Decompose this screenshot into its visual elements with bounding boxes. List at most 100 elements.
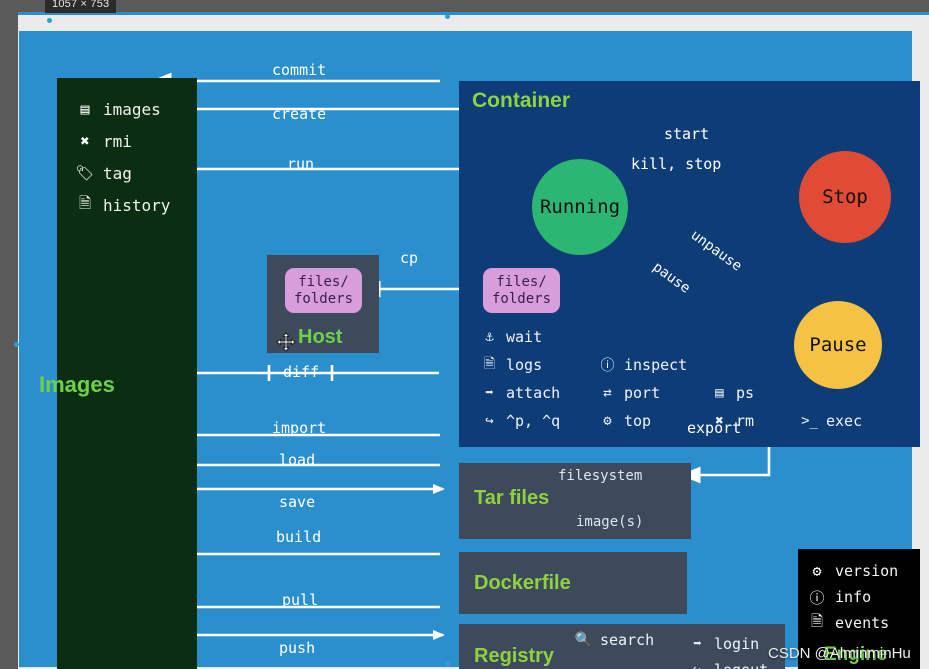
logout-icon: ↪ bbox=[689, 662, 706, 669]
flow-label-export: export bbox=[687, 419, 742, 437]
container-command-detach[interactable]: ↪ ^p, ^q bbox=[481, 412, 599, 430]
flow-label-run: run bbox=[287, 155, 315, 173]
flow-label-push: push bbox=[279, 639, 316, 657]
host-box-title: Host bbox=[298, 326, 343, 348]
container-command-label: exec bbox=[826, 412, 863, 430]
images-command-label: history bbox=[103, 195, 171, 215]
detach-icon: ↪ bbox=[485, 413, 494, 429]
registry-command-label: login bbox=[714, 635, 760, 653]
terminal-icon: >_ bbox=[801, 413, 818, 429]
container-command-ps[interactable]: ▤ ps bbox=[711, 384, 801, 402]
attach-icon: ➡ bbox=[485, 385, 494, 401]
flow-label-cp: cp bbox=[400, 249, 419, 267]
container-command-label: top bbox=[624, 412, 652, 430]
window-chrome-top bbox=[0, 0, 929, 12]
anchor-icon: ⚓ bbox=[485, 329, 494, 345]
selection-handle-middle-left[interactable] bbox=[14, 342, 19, 347]
tar-files-subtitle-images: image(s) bbox=[576, 514, 644, 530]
port-icon: ⇄ bbox=[603, 385, 612, 401]
tar-files-title: Tar files bbox=[474, 487, 550, 509]
container-command-label: inspect bbox=[624, 356, 688, 374]
container-command-label: wait bbox=[506, 328, 543, 346]
diagram-canvas: ▤ images ✖ rmi 🏷 tag 🗎 history Images Co… bbox=[19, 31, 920, 669]
registry-command-label: logout bbox=[714, 661, 768, 669]
images-command-rmi[interactable]: ✖ rmi bbox=[76, 125, 170, 157]
gears-icon: ⚙ bbox=[603, 413, 612, 429]
screenshot-root: 1057 × 753 ▤ images ✖ rmi 🏷 tag 🗎 histor… bbox=[0, 0, 929, 669]
flow-label-create: create bbox=[272, 105, 327, 123]
registry-command-search[interactable]: 🔍 search bbox=[575, 631, 654, 649]
container-command-port[interactable]: ⇄ port bbox=[599, 384, 711, 402]
flow-label-save: save bbox=[279, 493, 316, 511]
document-icon: 🗎 bbox=[810, 611, 824, 630]
container-panel-title: Container bbox=[472, 89, 571, 112]
selection-handle-top-left[interactable] bbox=[47, 18, 52, 23]
container-command-label: logs bbox=[506, 356, 543, 374]
flow-label-import: import bbox=[272, 419, 327, 437]
images-command-list: ▤ images ✖ rmi 🏷 tag 🗎 history bbox=[75, 93, 170, 221]
engine-command-info[interactable]: ⓘ info bbox=[808, 584, 898, 610]
images-command-label: rmi bbox=[103, 131, 132, 151]
size-badge: 1057 × 753 bbox=[45, 0, 117, 13]
dockerfile-title: Dockerfile bbox=[474, 572, 571, 594]
tag-icon: 🏷 bbox=[75, 164, 95, 182]
container-command-label: ^p, ^q bbox=[506, 412, 561, 430]
container-files-folders-chip: files/folders bbox=[483, 268, 561, 314]
engine-command-label: info bbox=[835, 588, 872, 606]
container-command-row: ⚓ wait bbox=[481, 323, 911, 351]
running-state[interactable]: Running bbox=[532, 159, 628, 255]
images-panel-title: Images bbox=[39, 372, 115, 397]
document-icon: 🗎 bbox=[78, 193, 92, 212]
container-command-attach[interactable]: ➡ attach bbox=[481, 384, 599, 402]
registry-command-label: search bbox=[600, 631, 655, 649]
container-command-label: attach bbox=[506, 384, 561, 402]
registry-title: Registry bbox=[474, 645, 555, 667]
engine-command-label: version bbox=[835, 562, 899, 580]
engine-command-label: events bbox=[835, 614, 890, 632]
login-icon: ➡ bbox=[693, 636, 702, 652]
host-files-folders-chip: files/folders bbox=[285, 268, 363, 314]
document-icon: 🗎 bbox=[483, 356, 496, 372]
container-command-wait[interactable]: ⚓ wait bbox=[481, 328, 599, 346]
transition-label-start: start bbox=[664, 125, 710, 143]
info-icon: ⓘ bbox=[600, 358, 615, 374]
images-command-history[interactable]: 🗎 history bbox=[76, 189, 170, 221]
engine-command-list: ⚙ version ⓘ info 🗎 events bbox=[808, 558, 898, 636]
flow-label-commit: commit bbox=[272, 61, 327, 79]
gear-icon: ⚙ bbox=[812, 562, 822, 580]
flow-label-load: load bbox=[279, 451, 316, 469]
list-icon: ▤ bbox=[80, 100, 90, 118]
engine-command-version[interactable]: ⚙ version bbox=[808, 558, 898, 584]
images-command-label: images bbox=[103, 99, 161, 119]
window-chrome-left bbox=[0, 0, 18, 669]
images-command-images[interactable]: ▤ images bbox=[76, 93, 170, 125]
list-icon: ▤ bbox=[715, 385, 724, 401]
container-command-inspect[interactable]: ⓘ inspect bbox=[599, 356, 711, 374]
container-command-exec[interactable]: >_ exec bbox=[801, 412, 862, 430]
container-command-logs[interactable]: 🗎 logs bbox=[481, 356, 599, 374]
flow-label-build: build bbox=[276, 528, 322, 546]
watermark: CSDN @AlminminHu bbox=[768, 645, 911, 662]
engine-command-events[interactable]: 🗎 events bbox=[808, 610, 898, 636]
move-cursor-icon bbox=[276, 332, 296, 352]
images-command-label: tag bbox=[103, 163, 132, 183]
close-x-icon: ✖ bbox=[80, 132, 90, 150]
registry-command-login[interactable]: ➡ login bbox=[689, 631, 768, 657]
flow-label-pull: pull bbox=[282, 591, 319, 609]
flow-label-diff: diff bbox=[283, 363, 320, 381]
stop-state[interactable]: Stop bbox=[799, 151, 891, 243]
registry-command-search-wrap: 🔍 search bbox=[575, 631, 654, 649]
container-command-label: port bbox=[624, 384, 661, 402]
info-icon: ⓘ bbox=[809, 588, 825, 607]
images-command-tag[interactable]: 🏷 tag bbox=[75, 157, 170, 189]
selection-handle-bottom-center[interactable] bbox=[445, 661, 450, 666]
selection-handle-top-center[interactable] bbox=[445, 14, 450, 19]
container-command-label: ps bbox=[736, 384, 755, 402]
registry-command-logout[interactable]: ↪ logout bbox=[689, 657, 768, 669]
container-command-row: 🗎 logs ⓘ inspect bbox=[481, 351, 911, 379]
transition-label-kill-stop: kill, stop bbox=[631, 155, 722, 173]
registry-command-auth-wrap: ➡ login ↪ logout bbox=[689, 631, 768, 669]
container-command-row: ➡ attach ⇄ port ▤ ps bbox=[481, 379, 911, 407]
search-icon: 🔍 bbox=[574, 632, 593, 648]
tar-files-subtitle-filesystem: filesystem bbox=[558, 468, 643, 484]
